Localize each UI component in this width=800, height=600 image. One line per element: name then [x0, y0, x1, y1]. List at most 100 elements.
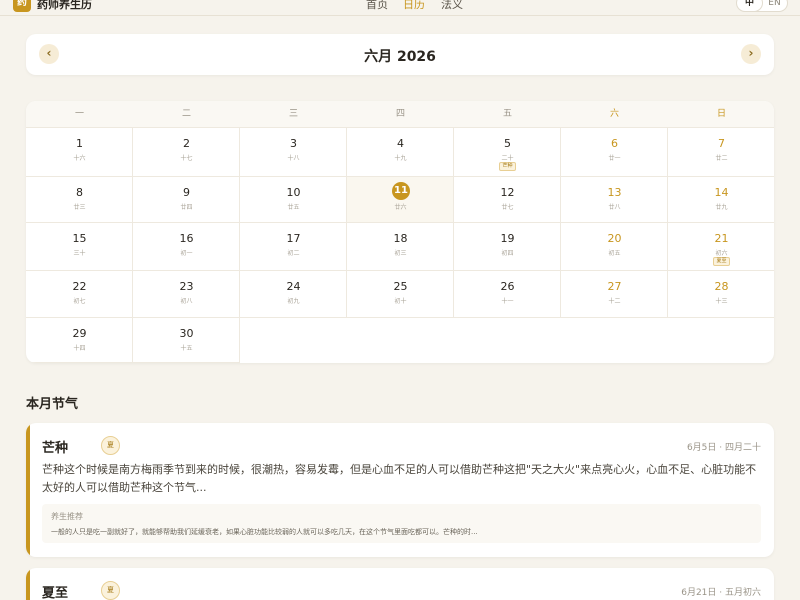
term-description: 芒种这个时候是南方梅雨季节到来的时候，很潮热，容易发霉，但是心血不足的人可以借助…	[42, 463, 757, 494]
day-cell[interactable]: 20 初五	[561, 223, 668, 271]
day-cell[interactable]: 18 初三	[347, 223, 454, 271]
day-number: 18	[393, 232, 408, 245]
lunar-date: 初一	[180, 250, 193, 257]
day-cell[interactable]: 12 廿七	[454, 177, 561, 223]
day-cell[interactable]: 4 十九	[347, 128, 454, 177]
day-number: 29	[72, 327, 87, 340]
day-cell[interactable]: 16 初一	[133, 223, 240, 271]
tip-label: 养生推荐	[51, 512, 83, 521]
month-header: ‹ 六月 2026 ›	[26, 34, 774, 75]
day-cell-today[interactable]: 11 廿六	[347, 177, 454, 223]
lunar-date: 初十	[394, 298, 407, 305]
weekday-label: 二	[181, 109, 191, 119]
weekday-label: 三	[288, 109, 298, 119]
day-cell[interactable]: 1 十六	[26, 128, 133, 177]
solar-term-card[interactable]: 芒种 夏 6月5日 · 四月二十 芒种这个时候是南方梅雨季节到来的时候，很潮热，…	[26, 423, 774, 557]
day-number: 24	[286, 280, 301, 293]
season-badge: 夏	[101, 581, 120, 600]
lunar-date: 初八	[180, 298, 193, 305]
day-number: 9	[183, 186, 190, 199]
day-cell[interactable]: 10 廿五	[240, 177, 347, 223]
weekday-label: 五	[502, 109, 512, 119]
day-cell[interactable]: 17 初二	[240, 223, 347, 271]
day-number: 21	[714, 232, 729, 245]
day-number: 7	[718, 137, 725, 150]
day-cell[interactable]: 2 十七	[133, 128, 240, 177]
term-name: 夏至	[42, 586, 69, 600]
lunar-date: 十八	[287, 155, 300, 162]
solar-term-tag: 芒种	[499, 162, 516, 171]
lunar-date: 廿九	[715, 204, 728, 211]
next-month-button[interactable]: ›	[741, 44, 761, 64]
solar-term-card[interactable]: 夏至 夏 6月21日 · 五月初六	[26, 568, 774, 600]
day-number: 26	[500, 280, 515, 293]
day-number: 1	[76, 137, 83, 150]
lunar-date: 初七	[73, 298, 86, 305]
day-cell[interactable]: 26 十一	[454, 271, 561, 318]
lunar-date: 十一	[501, 298, 514, 305]
day-cell[interactable]: 9 廿四	[133, 177, 240, 223]
day-cell[interactable]: 22 初七	[26, 271, 133, 318]
app-logo-icon[interactable]: 药	[13, 0, 31, 12]
day-cell[interactable]: 7 廿二	[668, 128, 774, 177]
day-number: 28	[714, 280, 729, 293]
lunar-date: 十三	[715, 298, 728, 305]
day-cell[interactable]: 5 二十 芒种	[454, 128, 561, 177]
tip-text: 一般的人只是吃一副就好了，就能够帮助我们延缓衰老，如果心脏功能比较弱的人就可以多…	[51, 528, 478, 536]
day-cell[interactable]: 29 十四	[26, 318, 133, 363]
day-cell[interactable]: 13 廿八	[561, 177, 668, 223]
lunar-date: 二十	[501, 155, 514, 162]
day-number: 3	[290, 137, 297, 150]
lang-option-en[interactable]: EN	[762, 0, 787, 11]
section-title: 本月节气	[26, 397, 79, 412]
language-toggle[interactable]: 中 EN	[736, 0, 788, 12]
day-cell[interactable]: 28 十三	[668, 271, 774, 318]
lunar-date: 廿五	[287, 204, 300, 211]
day-number: 14	[714, 186, 729, 199]
app-title[interactable]: 药师养生历	[37, 0, 92, 12]
lunar-date: 初三	[394, 250, 407, 257]
lunar-date: 廿六	[394, 204, 407, 211]
day-cell[interactable]: 21 初六 夏至	[668, 223, 774, 271]
nav-link-calendar[interactable]: 日历	[403, 0, 425, 12]
day-number: 22	[72, 280, 87, 293]
day-cell[interactable]: 8 廿三	[26, 177, 133, 223]
weekday-label: 六	[609, 109, 619, 119]
term-accent-bar	[26, 568, 30, 600]
day-cell[interactable]: 24 初九	[240, 271, 347, 318]
day-number: 27	[607, 280, 622, 293]
day-cell[interactable]: 25 初十	[347, 271, 454, 318]
day-number: 30	[179, 327, 194, 340]
solar-term-tag: 夏至	[713, 257, 730, 266]
lunar-date: 三十	[73, 250, 86, 257]
day-number: 23	[179, 280, 194, 293]
weekday-label: 一	[74, 109, 84, 119]
lunar-date: 廿七	[501, 204, 514, 211]
nav-link-dharma[interactable]: 法义	[441, 0, 463, 12]
lunar-date: 廿二	[715, 155, 728, 162]
lunar-date: 廿八	[608, 204, 621, 211]
day-cell[interactable]: 6 廿一	[561, 128, 668, 177]
lunar-date: 初五	[608, 250, 621, 257]
day-number: 15	[72, 232, 87, 245]
day-number: 17	[286, 232, 301, 245]
season-badge: 夏	[101, 436, 120, 455]
lunar-date: 十五	[180, 345, 193, 352]
lunar-date: 廿四	[180, 204, 193, 211]
nav-link-home[interactable]: 首页	[366, 0, 388, 12]
lunar-date: 初四	[501, 250, 514, 257]
lang-option-zh[interactable]: 中	[737, 0, 762, 11]
day-cell[interactable]: 14 廿九	[668, 177, 774, 223]
day-cell[interactable]: 19 初四	[454, 223, 561, 271]
day-cell[interactable]: 30 十五	[133, 318, 240, 363]
day-number: 19	[500, 232, 515, 245]
day-cell[interactable]: 15 三十	[26, 223, 133, 271]
day-cell[interactable]: 23 初八	[133, 271, 240, 318]
lunar-date: 初九	[287, 298, 300, 305]
lunar-date: 初二	[287, 250, 300, 257]
day-cell[interactable]: 3 十八	[240, 128, 347, 177]
day-number: 11	[392, 182, 410, 200]
lunar-date: 十九	[394, 155, 407, 162]
lunar-date: 初六	[715, 250, 728, 257]
day-cell[interactable]: 27 十二	[561, 271, 668, 318]
